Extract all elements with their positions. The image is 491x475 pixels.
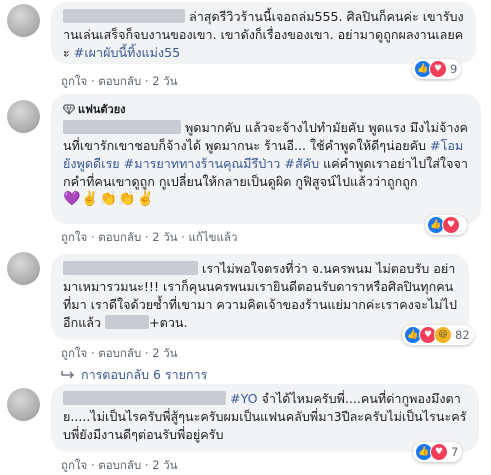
replies-count[interactable]: การตอบกลับ 6 รายการ [81,365,207,385]
timestamp[interactable]: 2 วัน [152,458,177,472]
avatar[interactable] [7,4,40,37]
emoji-row: 💜✌️👏👏✌️ [63,191,156,207]
separator: · [90,74,95,88]
timestamp[interactable]: 2 วัน [152,74,177,88]
reply-button[interactable]: ตอบกลับ [98,458,141,472]
like-button[interactable]: ถูกใจ [61,346,87,360]
redacted-name [63,391,226,405]
comment-actions: ถูกใจ · ตอบกลับ · 2 วัน · แก้ไขแล้ว [61,229,237,247]
reaction-summary[interactable]: 👍 ♥ 😆 82 [402,325,474,345]
redacted-text [105,315,150,329]
reply-arrow-icon [61,371,74,379]
love-icon: ♥ [430,443,448,461]
reply-button[interactable]: ตอบกลับ [98,346,141,360]
comment-text: พูดมากคับ แล้วจะจ้างไปทำมัยคับ พูดแรง มึ… [63,119,469,191]
reaction-count: 82 [455,328,470,342]
comment-bubble: ล่าสุดรีวิวร้านนี้เจอถล่ม555. ศิลปินก็คน… [51,2,476,64]
redacted-name [63,120,181,134]
reaction-summary[interactable]: 👍 ♥ 9 [412,59,462,79]
like-button[interactable]: ถูกใจ [61,74,87,88]
comment-actions: ถูกใจ · ตอบกลับ · 2 วัน [61,73,178,91]
love-icon: ♥ [429,60,447,78]
edited-link[interactable]: แก้ไขแล้ว [188,230,237,244]
comment-body: +ตวน. [149,315,188,330]
reaction-summary[interactable]: 👍 ♥ 7 [413,442,463,462]
hashtag-link[interactable]: #YO [230,391,257,406]
comment-text: #YO จำได้ไหมครับพี่....คนที่ด่ากูพองมึงต… [63,390,467,444]
comment-actions: ถูกใจ · ตอบกลับ · 2 วัน [61,457,178,475]
separator: · [90,458,95,472]
hashtag-link[interactable]: #เผาผับนี้ทิ้งแม่ง55 [74,45,180,60]
separator: · [90,346,95,360]
like-button[interactable]: ถูกใจ [61,458,87,472]
haha-icon: 😆 [434,326,452,344]
reaction-summary[interactable]: 👍 ♥ [425,215,467,235]
separator: · [144,74,149,88]
reaction-count: 9 [450,62,458,76]
hashtag-link[interactable]: #มารยาททางร้านคุณมีรึป่าว [124,156,281,171]
reply-button[interactable]: ตอบกลับ [98,230,141,244]
comment-text: เราไม่พอใจตรงที่ว่า จ.นครพนม ไม่ตอบรับ อ… [63,260,457,332]
separator: · [181,230,185,244]
avatar[interactable] [7,252,40,285]
love-icon: ♥ [442,216,460,234]
separator: · [144,346,149,360]
timestamp[interactable]: 2 วัน [152,230,177,244]
like-button[interactable]: ถูกใจ [61,230,87,244]
diamond-icon [63,103,75,115]
separator: · [144,230,149,244]
reaction-count: 7 [451,445,459,459]
timestamp[interactable]: 2 วัน [152,346,177,360]
comment-bubble: แฟนตัวยง พูดมากคับ แล้วจะจ้างไปทำมัยคับ … [51,94,481,224]
comment-bubble: #YO จำได้ไหมครับพี่....คนที่ด่ากูพองมึงต… [51,384,479,452]
comment-actions: ถูกใจ · ตอบกลับ · 2 วัน [61,345,178,363]
avatar[interactable] [7,388,40,421]
hashtag-link[interactable]: #สัคับ [284,156,319,171]
view-replies-link[interactable]: การตอบกลับ 6 รายการ [61,365,207,385]
reply-button[interactable]: ตอบกลับ [98,74,141,88]
redacted-name [63,261,198,275]
badge-label: แฟนตัวยง [78,103,126,116]
separator: · [90,230,95,244]
redacted-name [63,9,185,23]
separator: · [144,458,149,472]
comment-text: ล่าสุดรีวิวร้านนี้เจอถล่ม555. ศิลปินก็คน… [63,8,464,62]
avatar[interactable] [7,100,40,133]
fan-badge: แฟนตัวยง [63,100,469,118]
